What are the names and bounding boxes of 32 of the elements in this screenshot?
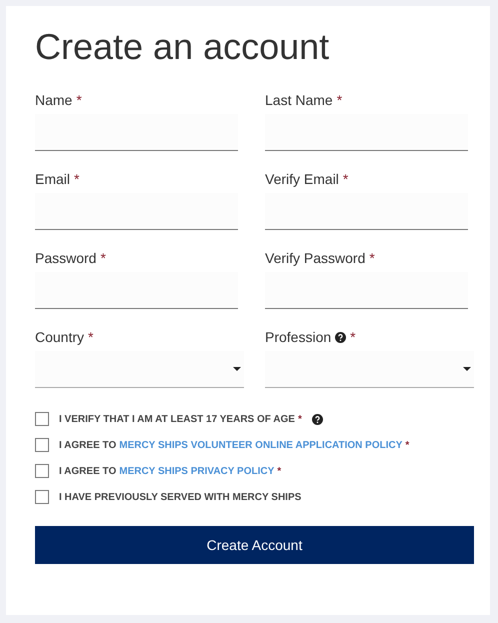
help-icon[interactable] — [312, 414, 323, 424]
required-mark: * — [100, 250, 106, 266]
page-title: Create an account — [35, 26, 330, 68]
required-mark: * — [336, 92, 342, 108]
field-label: Last Name — [265, 92, 333, 108]
required-mark: * — [74, 171, 80, 187]
policy-link[interactable]: MERCY SHIPS PRIVACY POLICY — [119, 466, 274, 476]
policy-link[interactable]: MERCY SHIPS VOLUNTEER ONLINE APPLICATION POLICY — [119, 440, 402, 450]
field-label: Email — [35, 171, 70, 187]
field-label: Verify Email — [265, 171, 339, 187]
checkbox[interactable] — [35, 412, 49, 426]
create-account-button[interactable]: Create Account — [35, 526, 474, 564]
checkbox-label: I AGREE TO MERCY SHIPS VOLUNTEER ONLINE APPLICATION POLICY * — [59, 440, 410, 450]
checkbox-label: I HAVE PREVIOUSLY SERVED WITH MERCY SHIPS — [59, 492, 302, 502]
field-label: Password — [35, 250, 96, 266]
field-label: Country — [35, 329, 84, 345]
field-label: Name — [35, 92, 72, 108]
required-mark: * — [88, 329, 94, 345]
caret-icon — [233, 367, 241, 371]
required-mark: * — [342, 171, 348, 187]
help-icon[interactable] — [335, 332, 346, 342]
field-label: Verify Password — [265, 250, 366, 266]
field-label: Profession — [265, 329, 332, 345]
required-mark: * — [76, 92, 82, 108]
caret-icon — [463, 367, 471, 371]
required-mark: * — [369, 250, 375, 266]
checkbox-label: I AGREE TO MERCY SHIPS PRIVACY POLICY * — [59, 466, 282, 476]
required-mark: * — [350, 329, 356, 345]
checkbox[interactable] — [35, 464, 49, 478]
checkbox-label: I VERIFY THAT I AM AT LEAST 17 YEARS OF AGE * — [59, 414, 302, 424]
checkbox[interactable] — [35, 490, 49, 504]
checkbox[interactable] — [35, 438, 49, 452]
